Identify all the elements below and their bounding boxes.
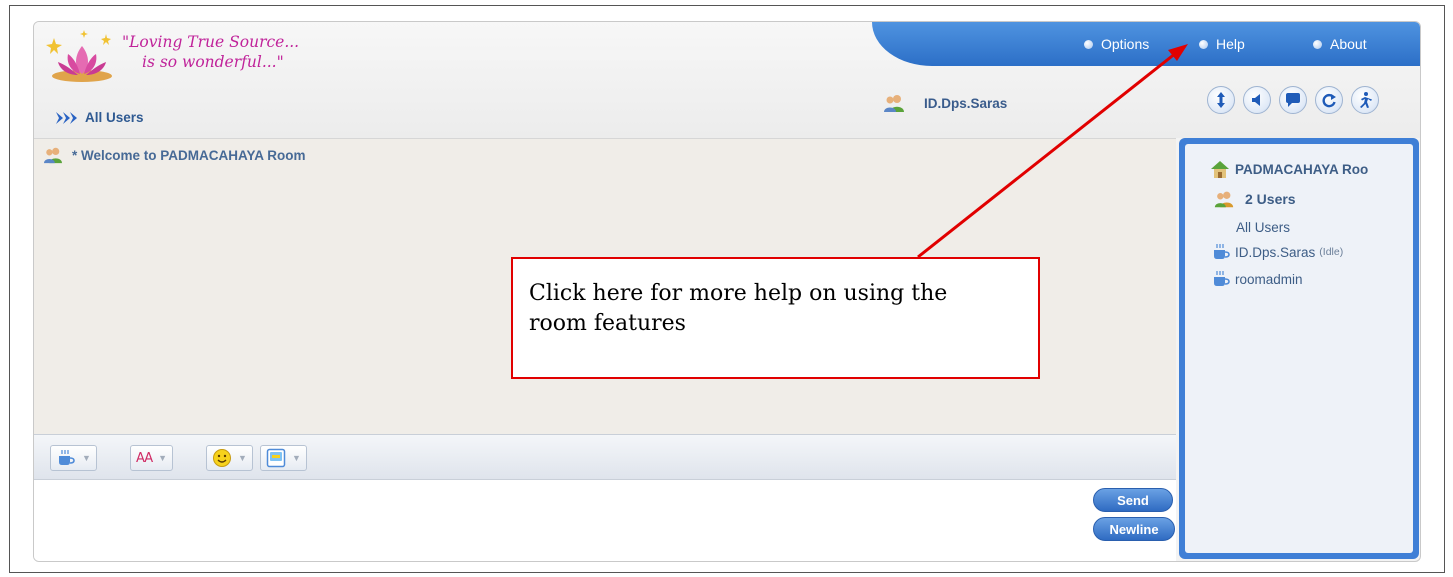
header: "Loving True Source... is so wonderful..… <box>34 22 1420 138</box>
chat-bubble-icon <box>1286 93 1300 107</box>
chevron-down-icon: ▼ <box>238 453 247 463</box>
scroll-button[interactable] <box>1207 86 1235 114</box>
user-status: (Idle) <box>1319 246 1344 258</box>
double-chevron-icon <box>56 111 77 124</box>
options-link[interactable]: Options <box>1084 36 1149 52</box>
user-pair-icon <box>884 95 904 112</box>
options-label: Options <box>1101 36 1150 52</box>
user-row-ids-dps-saras[interactable]: ID.Dps.Saras (Idle) <box>1211 243 1343 261</box>
all-users-tab-label: All Users <box>85 110 144 125</box>
status-dropdown[interactable]: ▼ <box>50 445 97 471</box>
emoticon-dropdown[interactable]: ▼ <box>206 445 253 471</box>
user-name: ID.Dps.Saras <box>1235 244 1316 260</box>
slogan-line-2: is so wonderful..." <box>142 53 284 71</box>
bullet-icon <box>1199 39 1208 49</box>
font-icon: AA <box>136 450 153 466</box>
exit-button[interactable] <box>1351 86 1379 114</box>
house-icon <box>1211 161 1229 178</box>
coffee-cup-icon <box>1214 271 1230 286</box>
chevron-down-icon: ▼ <box>82 453 91 463</box>
user-row-roomadmin[interactable]: roomadmin <box>1211 270 1303 288</box>
action-buttons <box>1207 86 1387 114</box>
refresh-icon <box>1322 93 1336 108</box>
coffee-cup-icon <box>59 450 75 465</box>
all-users-link[interactable]: All Users <box>1236 220 1290 235</box>
user-count-text: 2 Users <box>1245 191 1296 207</box>
annotation-text: Click here for more help on using the ro… <box>529 281 948 336</box>
user-list-panel: PADMACAHAYA Roo 2 Users All Users ID.Dps… <box>1179 138 1419 559</box>
sound-button[interactable] <box>1243 86 1271 114</box>
coffee-cup-icon <box>1214 244 1230 259</box>
background-color-dropdown[interactable]: ▼ <box>260 445 307 471</box>
slogan: "Loving True Source... is so wonderful..… <box>122 32 299 72</box>
speaker-icon <box>1252 94 1260 106</box>
chevron-down-icon: ▼ <box>292 453 301 463</box>
message-color-icon <box>266 448 286 468</box>
exit-icon <box>1360 92 1372 108</box>
current-user-name: ID.Dps.Saras <box>924 95 1008 111</box>
message-toolbar: ▼ AA ▼ ▼ ▼ <box>34 434 1176 480</box>
user-list: PADMACAHAYA Roo 2 Users All Users ID.Dps… <box>1185 144 1413 553</box>
current-user: ID.Dps.Saras <box>882 93 1007 113</box>
help-annotation-box: Click here for more help on using the ro… <box>511 257 1040 379</box>
user-pair-icon <box>44 147 62 164</box>
chevron-down-icon: ▼ <box>158 453 168 463</box>
smiley-icon <box>213 449 231 467</box>
welcome-message: * Welcome to PADMACAHAYA Room <box>42 146 306 164</box>
users-icon <box>1214 191 1234 208</box>
message-input-area[interactable]: Send Newline <box>34 480 1176 561</box>
slogan-line-1: "Loving True Source... <box>122 33 300 51</box>
font-dropdown[interactable]: AA ▼ <box>130 445 174 471</box>
refresh-button[interactable] <box>1315 86 1343 114</box>
top-navigation: Options Help About <box>872 22 1420 66</box>
bullet-icon <box>1084 39 1093 49</box>
scroll-icon <box>1217 92 1225 108</box>
room-name: PADMACAHAYA Roo <box>1235 161 1369 177</box>
user-count: 2 Users <box>1213 189 1296 209</box>
about-label: About <box>1330 36 1367 52</box>
lotus-logo-icon <box>46 30 112 82</box>
room-title[interactable]: PADMACAHAYA Roo <box>1209 159 1368 179</box>
help-label: Help <box>1216 36 1245 52</box>
welcome-text: * Welcome to PADMACAHAYA Room <box>72 147 306 163</box>
about-link[interactable]: About <box>1313 36 1367 52</box>
all-users-tab[interactable]: All Users <box>56 110 144 125</box>
private-chat-button[interactable] <box>1279 86 1307 114</box>
newline-button[interactable]: Newline <box>1093 517 1175 541</box>
help-link[interactable]: Help <box>1199 36 1245 52</box>
user-name: roomadmin <box>1235 271 1303 287</box>
send-button[interactable]: Send <box>1093 488 1173 512</box>
bullet-icon <box>1313 39 1322 49</box>
